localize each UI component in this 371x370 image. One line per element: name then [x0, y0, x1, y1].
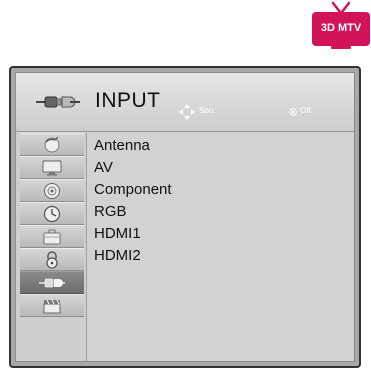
- clapperboard-icon: [43, 299, 61, 313]
- osd-menu-panel: INPUT Spo. OK Antenna AV Component RGB H…: [15, 72, 355, 362]
- input-source-list: Antenna AV Component RGB HDMI1 HDMI2: [86, 133, 354, 361]
- 3d-mtv-badge: 3D MTV: [311, 0, 371, 52]
- ok-button-icon: [289, 108, 297, 116]
- input-option-hdmi1[interactable]: HDMI1: [94, 223, 141, 245]
- lock-icon: [46, 250, 58, 269]
- sidebar-item-input[interactable]: [20, 271, 84, 294]
- sidebar-item-screen[interactable]: [20, 156, 84, 179]
- sidebar-item-audio[interactable]: [20, 179, 84, 202]
- input-option-rgb[interactable]: RGB: [94, 201, 127, 223]
- sidebar-item-lock[interactable]: [20, 248, 84, 271]
- picture-satellite-icon: [44, 136, 60, 152]
- input-option-component[interactable]: Component: [94, 179, 172, 201]
- input-option-av[interactable]: AV: [94, 157, 113, 179]
- osd-menu-window: INPUT Spo. OK Antenna AV Component RGB H…: [9, 66, 361, 368]
- badge-label: 3D MTV: [320, 22, 362, 34]
- ok-hint-label: OK: [300, 106, 312, 115]
- input-cable-icon: [39, 278, 65, 287]
- sidebar-item-media[interactable]: [20, 294, 84, 317]
- move-arrows-icon: [179, 104, 195, 120]
- menu-sidebar: [20, 133, 84, 361]
- sidebar-item-option[interactable]: [20, 225, 84, 248]
- option-briefcase-icon: [43, 229, 61, 244]
- audio-disc-icon: [44, 182, 60, 199]
- screen-icon: [42, 160, 62, 175]
- input-option-antenna[interactable]: Antenna: [94, 135, 150, 157]
- sidebar-item-picture[interactable]: [20, 133, 84, 156]
- move-hint-label: Spo.: [199, 106, 216, 115]
- input-option-hdmi2[interactable]: HDMI2: [94, 245, 141, 267]
- clock-icon: [43, 205, 61, 222]
- input-cable-icon: [36, 96, 80, 108]
- menu-header: INPUT Spo. OK: [16, 73, 354, 132]
- sidebar-item-time[interactable]: [20, 202, 84, 225]
- page-title: INPUT: [95, 89, 161, 112]
